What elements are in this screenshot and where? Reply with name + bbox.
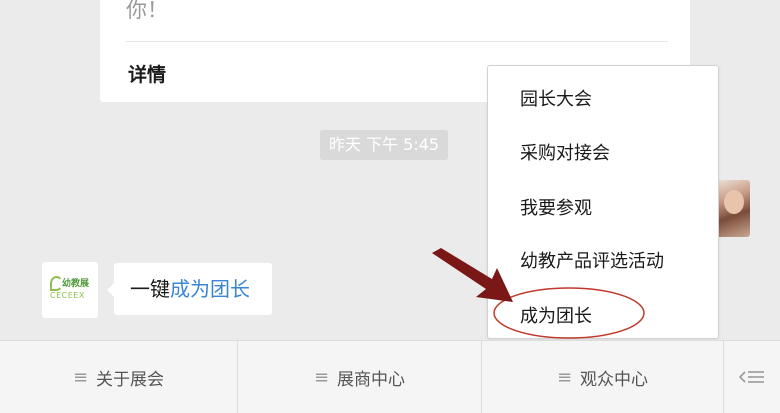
tab-visitor-center[interactable]: ≡ 观众中心: [482, 341, 724, 413]
keyboard-toggle-glyph: [739, 371, 764, 383]
menu-lines-icon: ≡: [72, 366, 89, 388]
menu-lines-icon: ≡: [313, 366, 330, 388]
tab-about-expo[interactable]: ≡ 关于展会: [0, 341, 238, 413]
highlight-ellipse: [493, 287, 645, 339]
tab-label: 展商中心: [337, 369, 406, 390]
bottom-tab-bar: ≡ 关于展会 ≡ 展商中心 ≡ 观众中心: [0, 340, 780, 413]
keyboard-toggle-icon[interactable]: [724, 341, 780, 413]
tab-label: 关于展会: [96, 369, 165, 390]
menu-lines-icon: ≡: [556, 366, 573, 388]
tab-label: 观众中心: [580, 369, 649, 390]
annotation-arrow-icon: [432, 248, 513, 302]
tab-exhibitor-center[interactable]: ≡ 展商中心: [238, 341, 482, 413]
